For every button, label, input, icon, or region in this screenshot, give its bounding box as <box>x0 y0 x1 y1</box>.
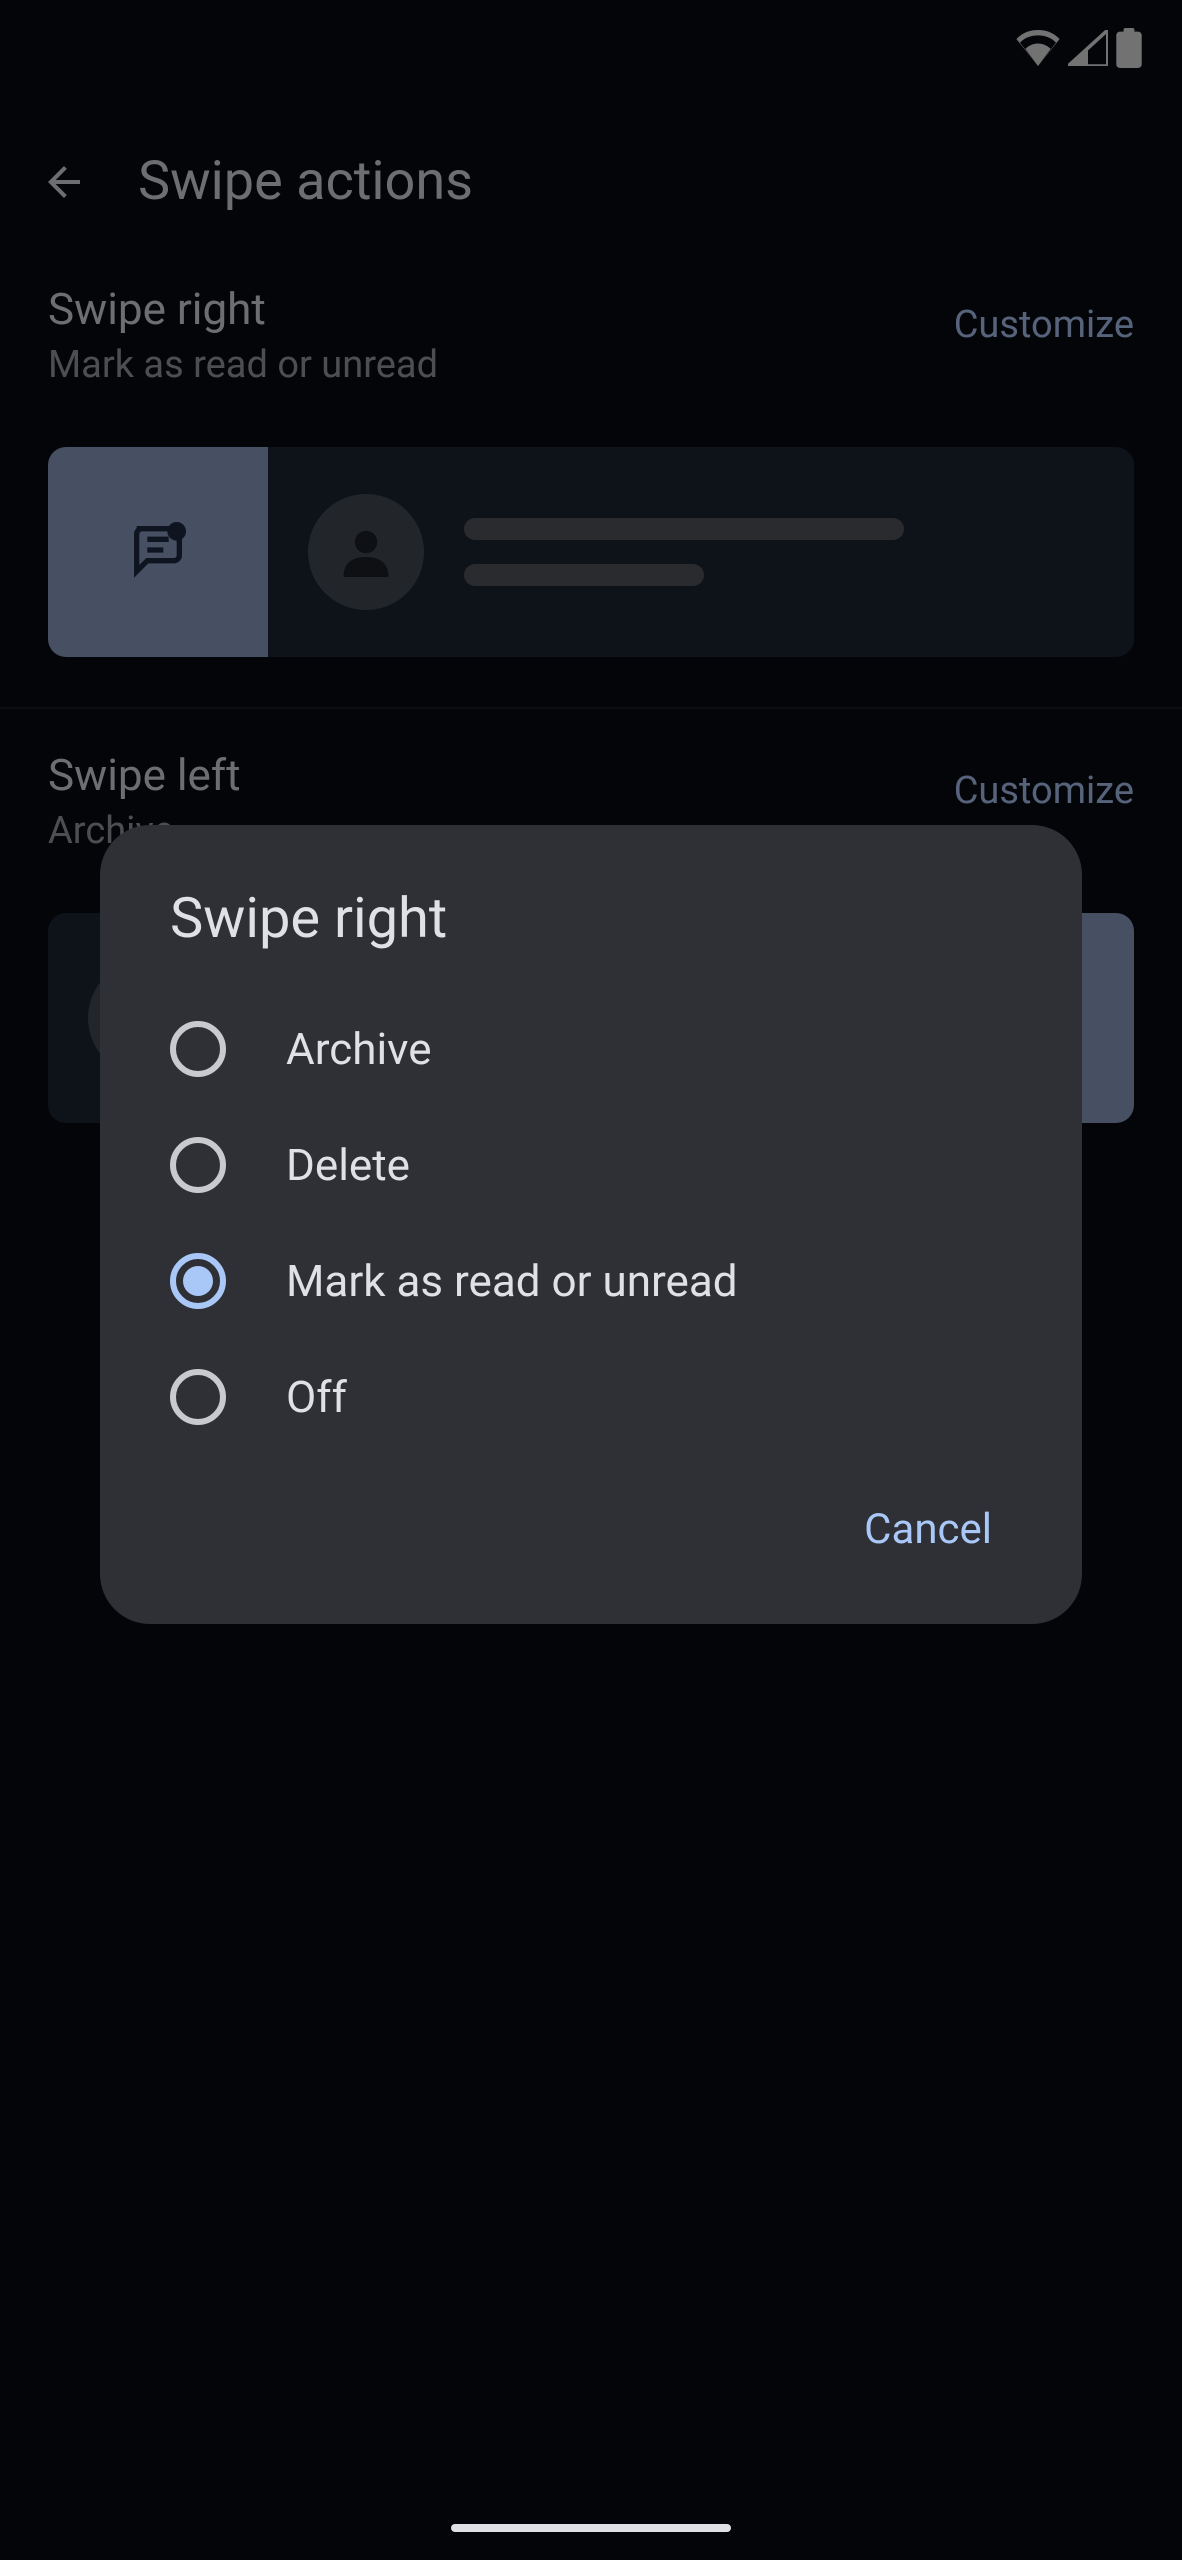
radio-icon <box>170 1369 226 1425</box>
radio-option-archive[interactable]: Archive <box>100 991 1082 1107</box>
radio-icon <box>170 1021 226 1077</box>
radio-icon <box>170 1137 226 1193</box>
radio-label: Off <box>286 1371 347 1423</box>
radio-label: Mark as read or unread <box>286 1255 738 1307</box>
radio-option-mark-read[interactable]: Mark as read or unread <box>100 1223 1082 1339</box>
radio-label: Archive <box>286 1023 432 1075</box>
radio-icon-selected <box>170 1253 226 1309</box>
dialog-title: Swipe right <box>100 885 1082 991</box>
radio-option-delete[interactable]: Delete <box>100 1107 1082 1223</box>
navigation-handle[interactable] <box>451 2524 731 2532</box>
radio-option-off[interactable]: Off <box>100 1339 1082 1455</box>
swipe-right-dialog: Swipe right Archive Delete Mark as read … <box>100 825 1082 1624</box>
cancel-button[interactable]: Cancel <box>844 1495 1012 1564</box>
radio-label: Delete <box>286 1139 410 1191</box>
